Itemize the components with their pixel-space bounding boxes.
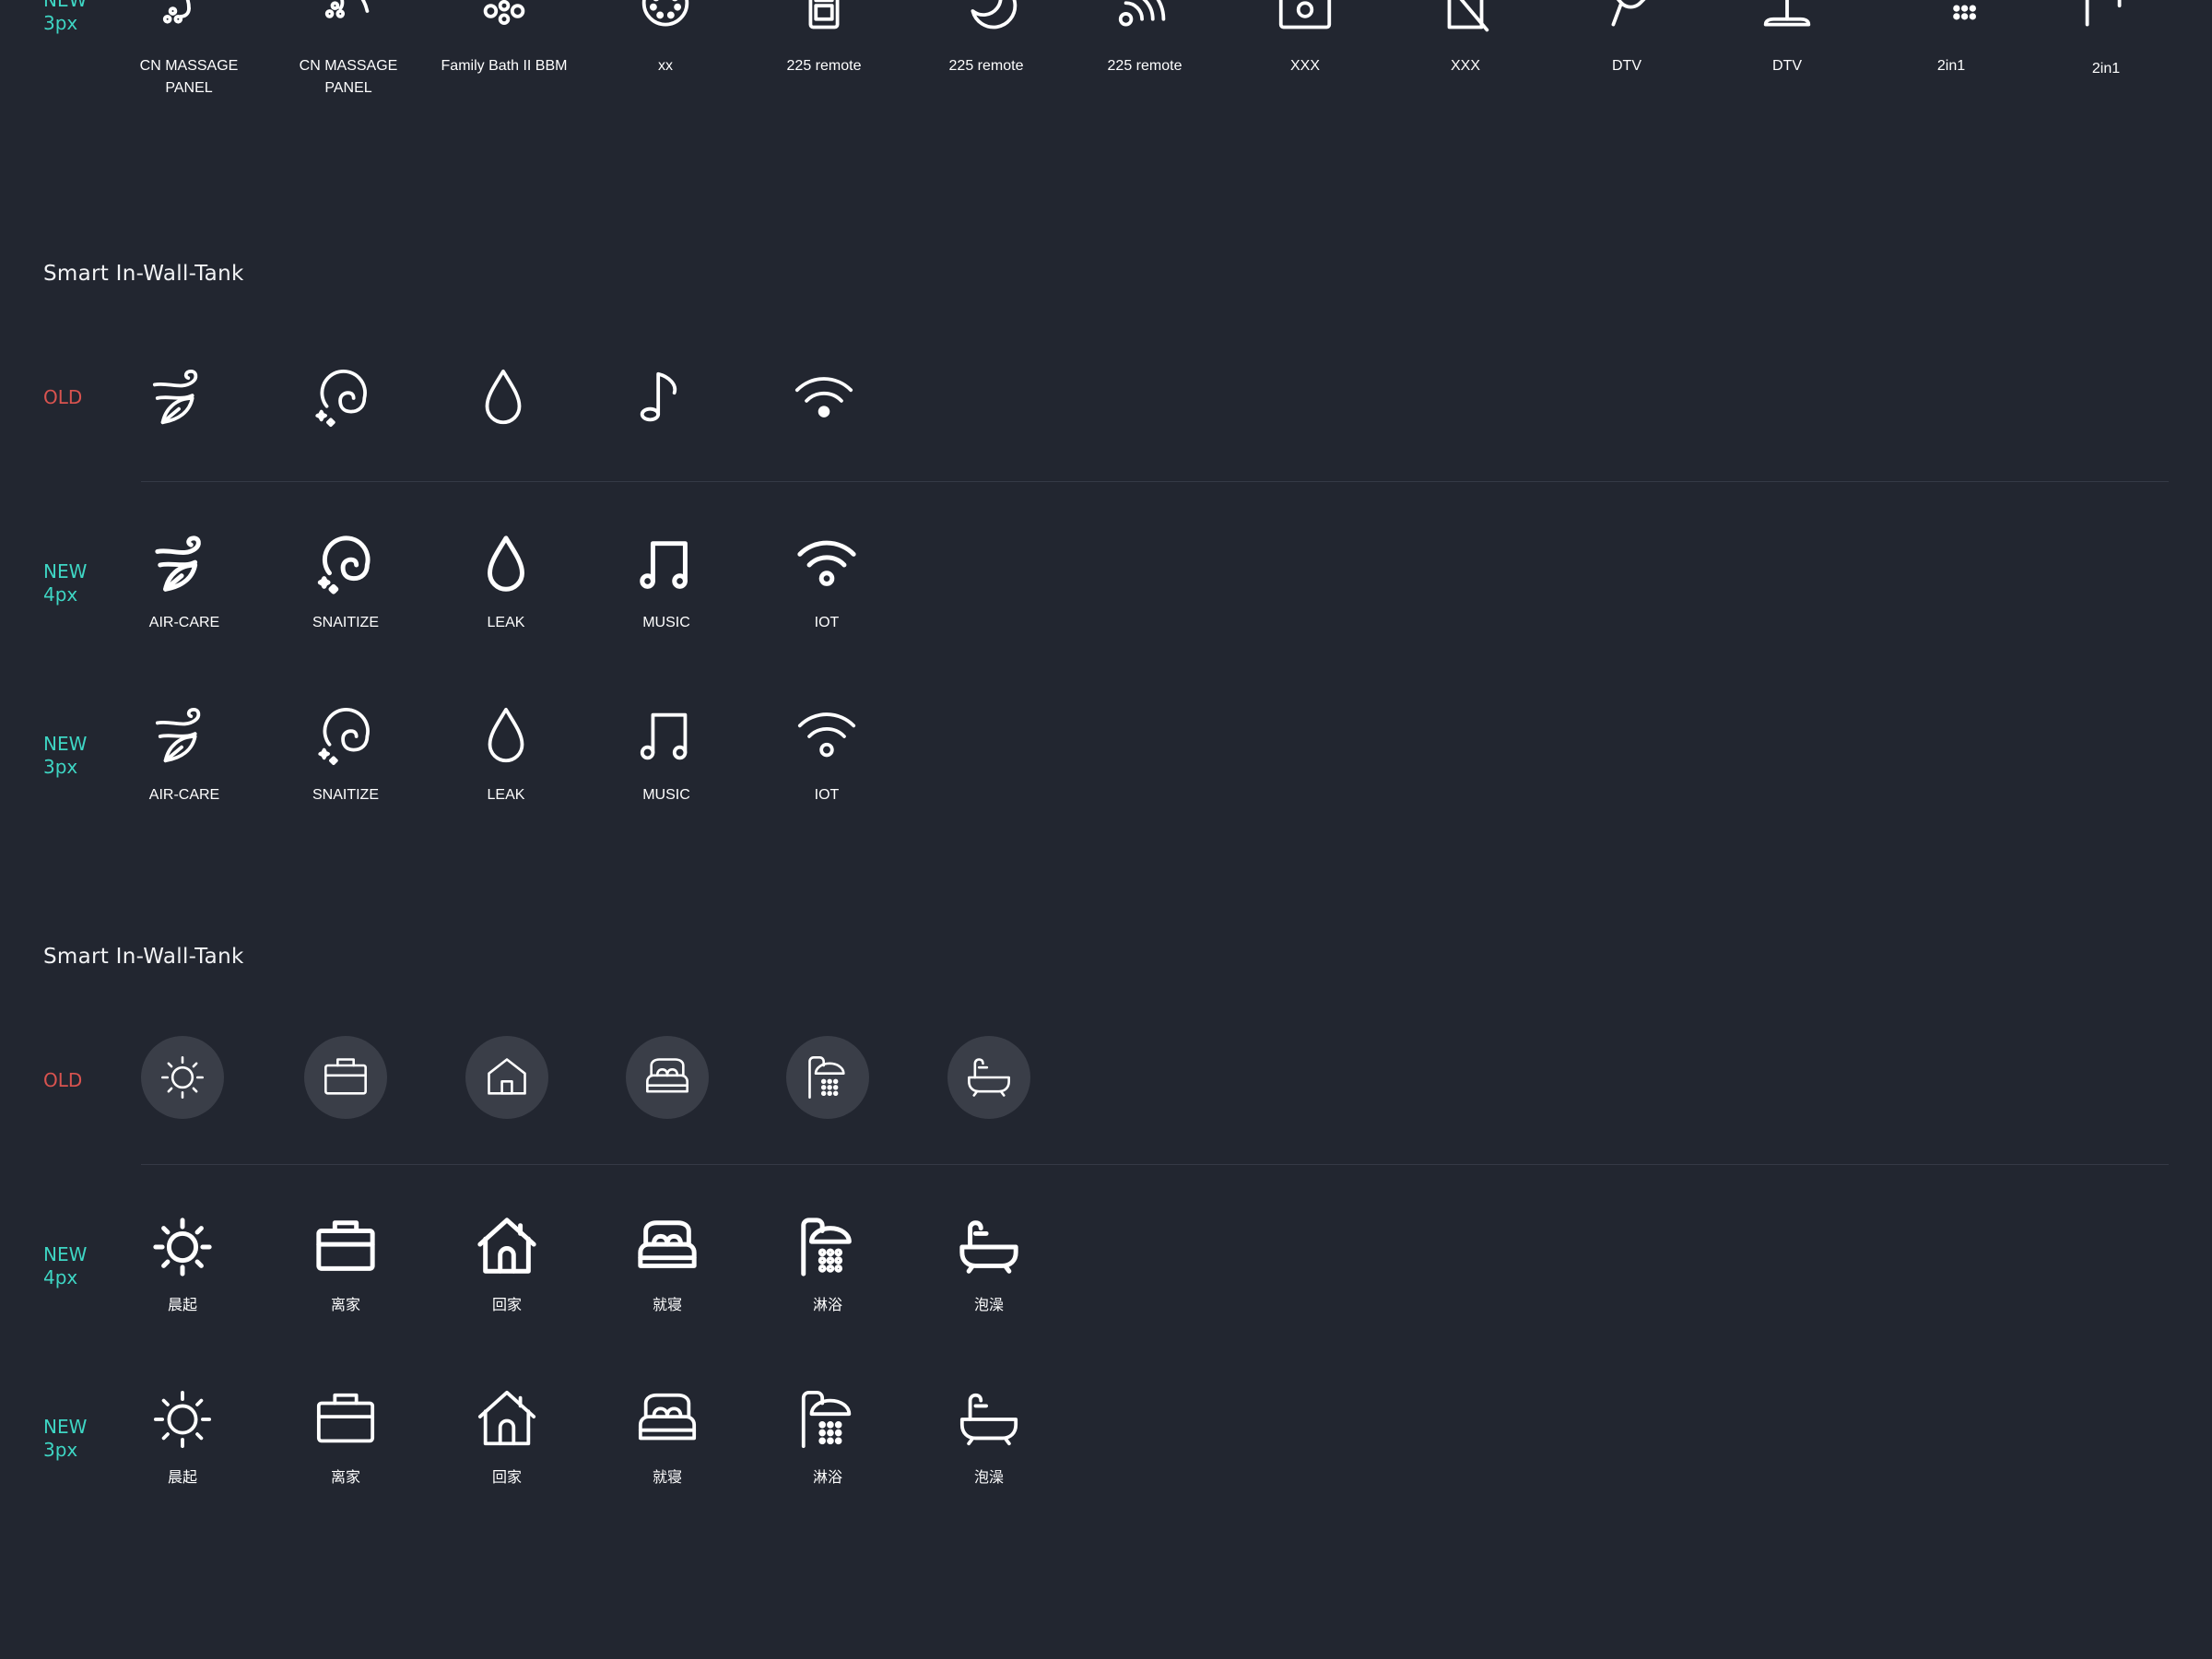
section-a-caption-4px: IOT bbox=[814, 615, 840, 630]
section-a-caption-3px: MUSIC bbox=[642, 787, 690, 803]
stand-icon bbox=[1755, 0, 1819, 43]
moon-icon bbox=[954, 0, 1018, 43]
home-icon bbox=[475, 1387, 539, 1452]
home-icon bbox=[465, 1036, 548, 1119]
section-b-caption-4px: 回家 bbox=[491, 1298, 522, 1313]
top-row-caption: xx bbox=[658, 58, 673, 74]
sanitize-icon bbox=[311, 366, 375, 430]
section-b-old-label: OLD bbox=[43, 1069, 83, 1091]
section-a-old-label: OLD bbox=[43, 386, 83, 408]
briefcase-icon bbox=[313, 1215, 378, 1279]
sun-icon bbox=[150, 1387, 215, 1452]
top-row-caption: XXX bbox=[1289, 58, 1320, 74]
section-a-caption-3px: IOT bbox=[814, 787, 840, 803]
section-b-divider bbox=[141, 1164, 2169, 1165]
leak-drop-icon bbox=[474, 533, 538, 597]
remote-icon bbox=[792, 0, 856, 43]
massage-panel-alt-icon bbox=[316, 0, 381, 43]
section-a-caption-3px: AIR-CARE bbox=[148, 787, 220, 803]
section-b-caption-4px: 就寝 bbox=[652, 1298, 682, 1313]
section-b-caption-3px: 就寝 bbox=[652, 1470, 682, 1486]
signal-icon bbox=[1112, 0, 1177, 43]
leak-drop-icon bbox=[471, 366, 535, 430]
shower-icon bbox=[795, 1387, 860, 1452]
section-b-caption-3px: 回家 bbox=[491, 1470, 522, 1486]
phone-off-icon bbox=[1433, 0, 1498, 43]
music-note-icon bbox=[634, 704, 699, 769]
massage-panel-icon bbox=[157, 0, 221, 43]
top-row-caption: 2in1 bbox=[2091, 61, 2121, 76]
top-row-caption: 225 remote bbox=[786, 58, 862, 74]
sun-icon bbox=[141, 1036, 224, 1119]
dotted-circle-icon bbox=[633, 0, 698, 43]
faucet-icon bbox=[1594, 0, 1659, 43]
section-a-divider bbox=[141, 481, 2169, 482]
section-b-caption-4px: 泡澡 bbox=[973, 1298, 1004, 1313]
section-b-new4-label: NEW 4px bbox=[43, 1243, 88, 1288]
section-a-caption-4px: MUSIC bbox=[642, 615, 690, 630]
sanitize-icon bbox=[313, 533, 378, 597]
section-a-new3-label: NEW 3px bbox=[43, 733, 88, 778]
top-row-caption: XXX bbox=[1450, 58, 1480, 74]
section-a-caption-4px: AIR-CARE bbox=[148, 615, 220, 630]
shower-icon bbox=[786, 1036, 869, 1119]
briefcase-icon bbox=[313, 1387, 378, 1452]
section-title-smart-tank-a: Smart In-Wall-Tank bbox=[43, 262, 244, 286]
top-row-caption: 225 remote bbox=[1107, 58, 1182, 74]
music-note-icon bbox=[634, 533, 699, 597]
top-row-label: NEW 3px bbox=[43, 0, 88, 34]
air-care-icon bbox=[152, 704, 217, 769]
section-a-caption-4px: SNAITIZE bbox=[312, 615, 379, 630]
bed-icon bbox=[635, 1387, 700, 1452]
section-b-caption-4px: 离家 bbox=[330, 1298, 360, 1313]
top-row-caption: 2in1 bbox=[1936, 58, 1966, 74]
section-b-caption-4px: 晨起 bbox=[167, 1298, 197, 1313]
top-row-caption: 225 remote bbox=[948, 58, 1024, 74]
bathtub-icon bbox=[957, 1387, 1021, 1452]
radio-icon bbox=[1273, 0, 1337, 43]
bathtub-icon bbox=[957, 1215, 1021, 1279]
home-icon bbox=[475, 1215, 539, 1279]
bubbles-icon bbox=[472, 0, 536, 43]
section-b-caption-3px: 离家 bbox=[330, 1470, 360, 1486]
bathtub-icon bbox=[947, 1036, 1030, 1119]
section-a-caption-3px: LEAK bbox=[487, 787, 525, 803]
section-title-smart-tank-b: Smart In-Wall-Tank bbox=[43, 945, 244, 969]
top-row-caption: Family Bath II BBM bbox=[441, 58, 568, 74]
music-note-icon bbox=[631, 366, 696, 430]
briefcase-icon bbox=[304, 1036, 387, 1119]
section-a-caption-4px: LEAK bbox=[487, 615, 525, 630]
wifi-iot-icon bbox=[792, 366, 856, 430]
hand-shower-icon bbox=[2074, 0, 2138, 43]
sun-icon bbox=[150, 1215, 215, 1279]
bed-icon bbox=[626, 1036, 709, 1119]
shower-icon bbox=[795, 1215, 860, 1279]
air-care-icon bbox=[149, 366, 214, 430]
section-b-caption-3px: 晨起 bbox=[167, 1470, 197, 1486]
section-b-caption-3px: 泡澡 bbox=[973, 1470, 1004, 1486]
section-b-caption-4px: 淋浴 bbox=[812, 1298, 842, 1313]
wifi-iot-icon bbox=[794, 704, 859, 769]
top-row-caption: DTV bbox=[1772, 58, 1802, 74]
section-b-new3-label: NEW 3px bbox=[43, 1416, 88, 1461]
bed-icon bbox=[635, 1215, 700, 1279]
top-row-caption: CN MASSAGE PANEL bbox=[139, 58, 239, 96]
section-b-caption-3px: 淋浴 bbox=[812, 1470, 842, 1486]
air-care-icon bbox=[152, 533, 217, 597]
sanitize-icon bbox=[313, 704, 378, 769]
section-a-caption-3px: SNAITIZE bbox=[312, 787, 379, 803]
leak-drop-icon bbox=[474, 704, 538, 769]
wifi-iot-icon bbox=[794, 533, 859, 597]
top-row-caption: CN MASSAGE PANEL bbox=[299, 58, 398, 96]
top-row-caption: DTV bbox=[1612, 58, 1641, 74]
shower-head-icon bbox=[1919, 0, 1983, 43]
section-a-new4-label: NEW 4px bbox=[43, 560, 88, 606]
